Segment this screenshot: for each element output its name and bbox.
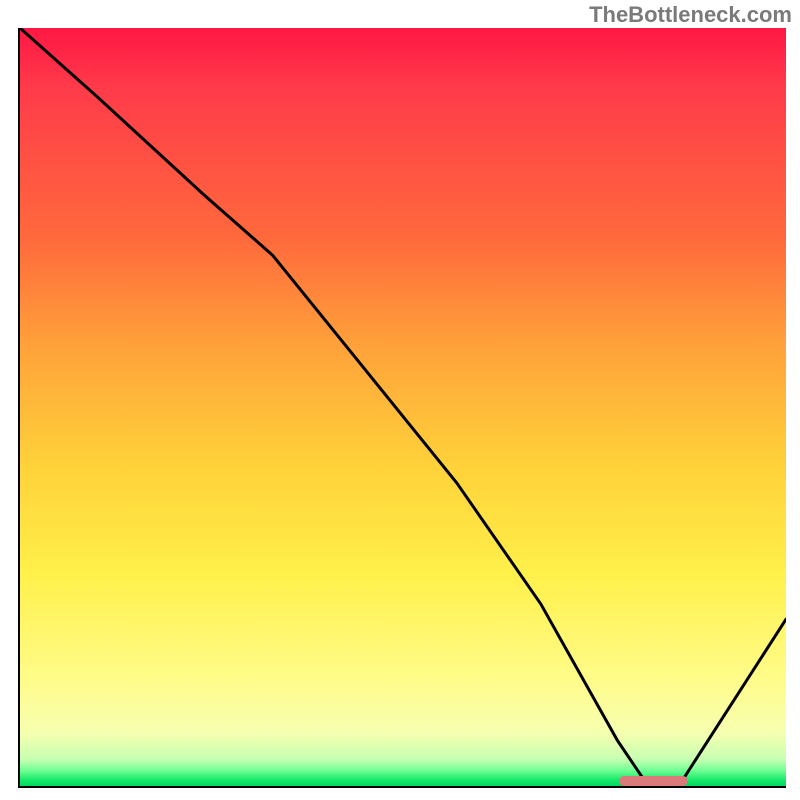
optimal-zone-marker (619, 776, 688, 786)
plot-area (18, 28, 786, 788)
watermark-text: TheBottleneck.com (589, 2, 792, 28)
chart-wrapper: TheBottleneck.com (0, 0, 800, 800)
bottleneck-curve (20, 28, 786, 786)
